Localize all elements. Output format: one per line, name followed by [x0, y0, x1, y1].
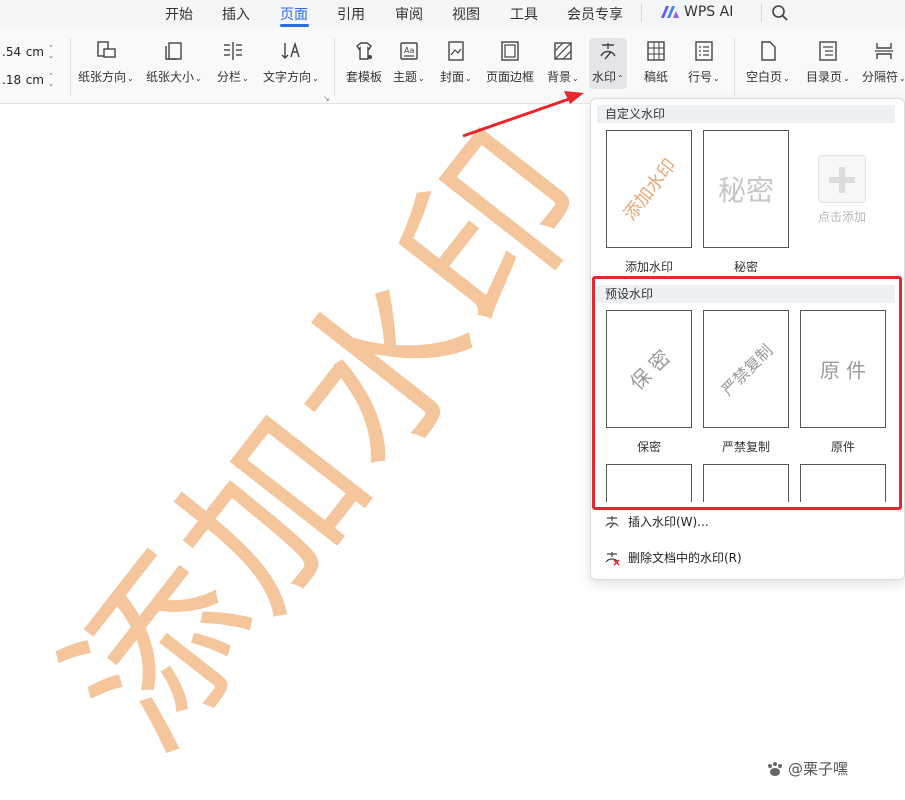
- background-label: 背景: [547, 70, 572, 84]
- search-icon[interactable]: [771, 4, 789, 22]
- plus-icon-vertical: [839, 167, 845, 193]
- margin-bottom-row: .18 cm ⌃ ⌄: [0, 68, 54, 92]
- menu-page[interactable]: 页面: [280, 4, 308, 24]
- ribbon-divider: [70, 38, 71, 96]
- tile-preview-text: 秘密: [717, 174, 775, 207]
- template-label: 套模板: [346, 70, 383, 84]
- background-icon: [554, 42, 572, 60]
- line-number-icon: [695, 41, 713, 61]
- toc-page-icon: [819, 41, 837, 61]
- custom-watermark-tile-add[interactable]: 添加水印: [606, 130, 692, 248]
- document-watermark: 添加水印: [29, 95, 631, 785]
- theme-icon: Aa: [400, 42, 418, 60]
- tile-preview-text: 添加水印: [619, 155, 681, 225]
- wps-ai-button[interactable]: WPS AI: [660, 4, 733, 20]
- margin-bottom-unit: cm: [25, 73, 44, 87]
- manuscript-button[interactable]: 稿纸: [644, 40, 668, 85]
- text-direction-button[interactable]: 文字方向⌄: [263, 40, 319, 85]
- margin-bottom-value[interactable]: .18: [0, 73, 21, 87]
- paw-icon: [768, 761, 782, 776]
- insert-watermark-label: 插入水印(W)...: [628, 515, 709, 529]
- template-button[interactable]: 套模板: [346, 40, 382, 85]
- menu-divider: [761, 4, 762, 22]
- orientation-label: 纸张方向: [78, 70, 127, 84]
- tile-label: 添加水印: [624, 260, 673, 274]
- credit-watermark: @栗子嘿: [766, 758, 848, 779]
- page-border-label: 页面边框: [486, 70, 535, 84]
- paper-size-icon: [165, 42, 182, 60]
- menu-review[interactable]: 审阅: [395, 4, 423, 24]
- separator-label: 分隔符: [862, 70, 899, 84]
- menu-home[interactable]: 开始: [165, 4, 193, 24]
- watermark-label: 水印: [592, 70, 617, 84]
- credit-text: @栗子嘿: [788, 760, 849, 778]
- margin-top-row: .54 cm ⌃ ⌄: [0, 40, 54, 64]
- separator-icon: [874, 43, 893, 59]
- text-direction-icon: [281, 41, 300, 59]
- add-custom-label: 点击添加: [817, 210, 866, 224]
- background-button[interactable]: 背景⌄: [547, 40, 579, 85]
- wps-ai-logo-icon: [661, 6, 679, 18]
- columns-label: 分栏: [217, 70, 242, 84]
- page-border-button[interactable]: 页面边框: [486, 40, 534, 85]
- orientation-icon: [97, 41, 116, 58]
- manuscript-label: 稿纸: [644, 70, 669, 84]
- ribbon-divider: [334, 38, 335, 96]
- margin-top-value[interactable]: .54: [0, 45, 21, 59]
- separator-button[interactable]: 分隔符⌄: [862, 40, 905, 85]
- wps-ai-label: WPS AI: [684, 4, 734, 20]
- menu-references[interactable]: 引用: [337, 4, 365, 24]
- menu-insert[interactable]: 插入: [222, 4, 250, 24]
- manuscript-icon: [647, 41, 665, 61]
- delete-watermark-icon: [605, 551, 620, 566]
- menu-tools[interactable]: 工具: [510, 4, 538, 24]
- active-menu-indicator: [280, 24, 309, 27]
- toc-page-button[interactable]: 目录页⌄: [806, 40, 850, 85]
- line-number-label: 行号: [688, 70, 713, 84]
- add-custom-watermark-button[interactable]: [818, 155, 866, 203]
- margin-bottom-spinner[interactable]: ⌃ ⌄: [48, 72, 54, 88]
- menu-bar: 开始 插入 页面 引用 审阅 视图 工具 会员专享 WPS AI: [0, 0, 905, 28]
- insert-watermark-action[interactable]: 插入水印(W)...: [604, 513, 709, 530]
- paper-orientation-button[interactable]: 纸张方向⌄: [78, 40, 134, 85]
- theme-button[interactable]: Aa 主题⌄: [393, 40, 425, 85]
- page-border-icon: [501, 41, 519, 61]
- menu-membership[interactable]: 会员专享: [567, 4, 623, 24]
- toc-page-label: 目录页: [806, 70, 843, 84]
- annotation-highlight-box: [592, 276, 902, 510]
- theme-label: 主题: [393, 70, 418, 84]
- margin-top-unit: cm: [25, 45, 44, 59]
- text-direction-label: 文字方向: [263, 70, 312, 84]
- paper-size-button[interactable]: 纸张大小⌄: [146, 40, 202, 85]
- cover-button[interactable]: 封面⌄: [440, 40, 472, 85]
- custom-watermark-header: 自定义水印: [597, 105, 895, 123]
- delete-watermark-action[interactable]: 删除文档中的水印(R): [604, 549, 742, 566]
- group-expand-icon[interactable]: ↘: [323, 94, 330, 103]
- delete-watermark-label: 删除文档中的水印(R): [628, 551, 742, 565]
- ribbon: .54 cm ⌃ ⌄ .18 cm ⌃ ⌄ 纸张方向⌄ 纸张大小⌄ 分栏⌄ 文字方向…: [0, 28, 905, 104]
- columns-button[interactable]: 分栏⌄: [217, 40, 249, 85]
- line-number-button[interactable]: 行号⌄: [688, 40, 720, 85]
- svg-text:Aa: Aa: [404, 46, 414, 55]
- blank-page-label: 空白页: [746, 70, 783, 84]
- columns-icon: [223, 42, 242, 60]
- paper-size-label: 纸张大小: [146, 70, 195, 84]
- cover-label: 封面: [440, 70, 465, 84]
- blank-page-button[interactable]: 空白页⌄: [746, 40, 790, 85]
- menu-divider: [641, 4, 642, 22]
- margin-top-spinner[interactable]: ⌃ ⌄: [48, 44, 54, 60]
- ribbon-divider: [734, 38, 735, 96]
- tile-label: 秘密: [733, 260, 758, 274]
- cover-icon: [448, 41, 464, 61]
- blank-page-icon: [761, 41, 776, 61]
- watermark-button[interactable]: 水印⌃: [589, 38, 627, 89]
- watermark-icon: [605, 515, 619, 528]
- custom-watermark-tile-secret[interactable]: 秘密: [703, 130, 789, 248]
- template-icon: [356, 42, 372, 60]
- menu-view[interactable]: 视图: [452, 4, 480, 24]
- watermark-icon: [600, 43, 616, 60]
